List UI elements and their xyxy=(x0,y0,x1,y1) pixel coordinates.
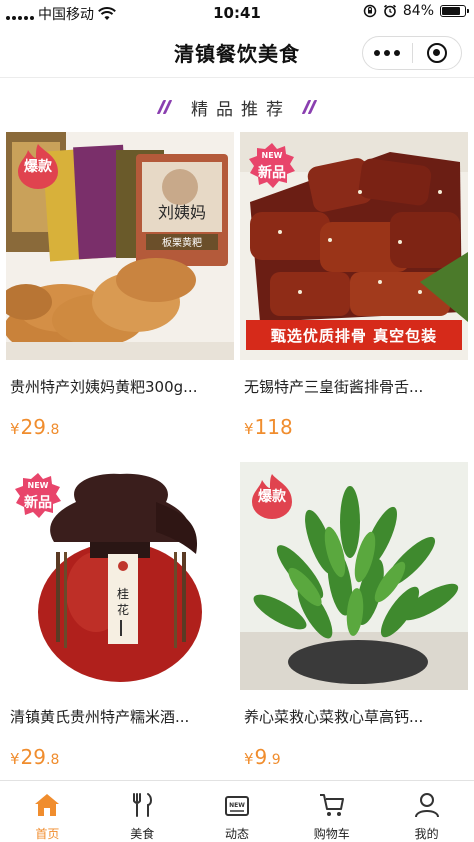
currency-symbol: ¥ xyxy=(10,420,20,438)
currency-symbol: ¥ xyxy=(10,750,20,768)
rotation-lock-icon xyxy=(363,4,377,18)
product-card[interactable]: 爆款 养心菜救心菜救心草高钙... ¥9.9 xyxy=(240,462,468,769)
svg-text:NEW: NEW xyxy=(229,802,245,809)
product-image[interactable]: 刘姨妈 板栗黄粑 爆款 xyxy=(6,132,234,360)
new-badge: NEW 新品 xyxy=(248,142,296,190)
section-header: 精品推荐 xyxy=(0,92,474,122)
slash-decoration-left-icon xyxy=(156,100,173,114)
tab-cart[interactable]: 购物车 xyxy=(284,781,379,842)
tab-news[interactable]: NEW 动态 xyxy=(190,781,285,842)
currency-symbol: ¥ xyxy=(244,750,254,768)
badge-label: 新品 xyxy=(258,165,286,181)
tab-bar: 首页 美食 NEW 动态 购物车 我的 xyxy=(0,780,474,842)
tab-label: 首页 xyxy=(35,827,60,841)
svg-text:刘姨妈: 刘姨妈 xyxy=(158,204,206,222)
tab-food[interactable]: 美食 xyxy=(95,781,190,842)
status-bar: 中国移动 10:41 84% xyxy=(0,0,474,26)
product-image[interactable]: NEW 新品 甄选优质排骨 真空包装 xyxy=(240,132,468,360)
close-miniprogram-button[interactable] xyxy=(413,37,462,69)
badge-label: 爆款 xyxy=(258,489,286,505)
user-icon xyxy=(414,793,439,818)
price-integer: 29 xyxy=(20,415,46,439)
new-badge: NEW 新品 xyxy=(14,472,62,520)
product-image[interactable]: 桂 花 NEW 新品 xyxy=(6,462,234,690)
badge-new-text: NEW xyxy=(27,481,49,490)
product-price: ¥118 xyxy=(240,415,468,439)
tab-me[interactable]: 我的 xyxy=(379,781,474,842)
product-name[interactable]: 贵州特产刘姨妈黄粑300g... xyxy=(6,376,228,397)
tab-label: 购物车 xyxy=(313,827,350,841)
svg-text:花: 花 xyxy=(117,602,129,617)
tab-label: 美食 xyxy=(130,827,155,841)
product-card[interactable]: 刘姨妈 板栗黄粑 爆款 贵州特产刘姨妈黄粑300g... ¥29.8 xyxy=(6,132,234,439)
product-price: ¥9.9 xyxy=(240,745,468,769)
product-price: ¥29.8 xyxy=(6,745,234,769)
product-name[interactable]: 养心菜救心菜救心草高钙... xyxy=(240,706,462,727)
badge-new-text: NEW xyxy=(261,151,283,160)
badge-label: 新品 xyxy=(24,495,52,511)
home-icon xyxy=(35,794,60,816)
product-card[interactable]: NEW 新品 甄选优质排骨 真空包装 无锡特产三皇街酱排骨舌... ¥118 xyxy=(240,132,468,439)
svg-text:板栗黄粑: 板栗黄粑 xyxy=(162,236,202,249)
section-title: 精品推荐 xyxy=(191,99,291,120)
product-name[interactable]: 无锡特产三皇街酱排骨舌... xyxy=(240,376,462,397)
price-decimal: .8 xyxy=(46,752,60,768)
status-right: 84% xyxy=(363,3,469,19)
cart-icon xyxy=(319,794,344,816)
battery-percent: 84% xyxy=(402,3,434,19)
product-price: ¥29.8 xyxy=(6,415,234,439)
price-decimal: .9 xyxy=(267,752,281,768)
more-button[interactable] xyxy=(363,37,412,69)
tab-label: 我的 xyxy=(414,827,439,841)
product-image[interactable]: 爆款 xyxy=(240,462,468,690)
more-dots-icon xyxy=(374,50,401,56)
price-integer: 29 xyxy=(20,745,46,769)
alarm-icon xyxy=(383,4,396,18)
news-icon: NEW xyxy=(224,796,249,816)
currency-symbol: ¥ xyxy=(244,420,254,438)
nav-bar: 清镇餐饮美食 xyxy=(0,26,474,78)
svg-text:桂: 桂 xyxy=(117,586,129,601)
target-icon xyxy=(426,43,447,63)
product-name[interactable]: 清镇黄氏贵州特产糯米酒... xyxy=(6,706,228,727)
utensils-icon xyxy=(133,793,153,817)
battery-icon xyxy=(440,5,469,17)
tab-label: 动态 xyxy=(224,827,249,841)
badge-label: 爆款 xyxy=(24,159,52,175)
hot-badge: 爆款 xyxy=(248,472,296,520)
tab-home[interactable]: 首页 xyxy=(0,781,95,842)
price-decimal: .8 xyxy=(46,422,60,438)
price-integer: 118 xyxy=(254,415,293,439)
product-card[interactable]: 桂 花 NEW 新品 清镇黄氏贵州特产糯米酒... ¥29.8 xyxy=(6,462,234,769)
miniprogram-capsule xyxy=(362,36,462,70)
hot-badge: 爆款 xyxy=(14,142,62,190)
price-integer: 9 xyxy=(254,745,268,769)
battery-fill xyxy=(442,7,461,15)
promo-banner: 甄选优质排骨 真空包装 xyxy=(246,320,462,350)
slash-decoration-right-icon xyxy=(301,100,318,114)
